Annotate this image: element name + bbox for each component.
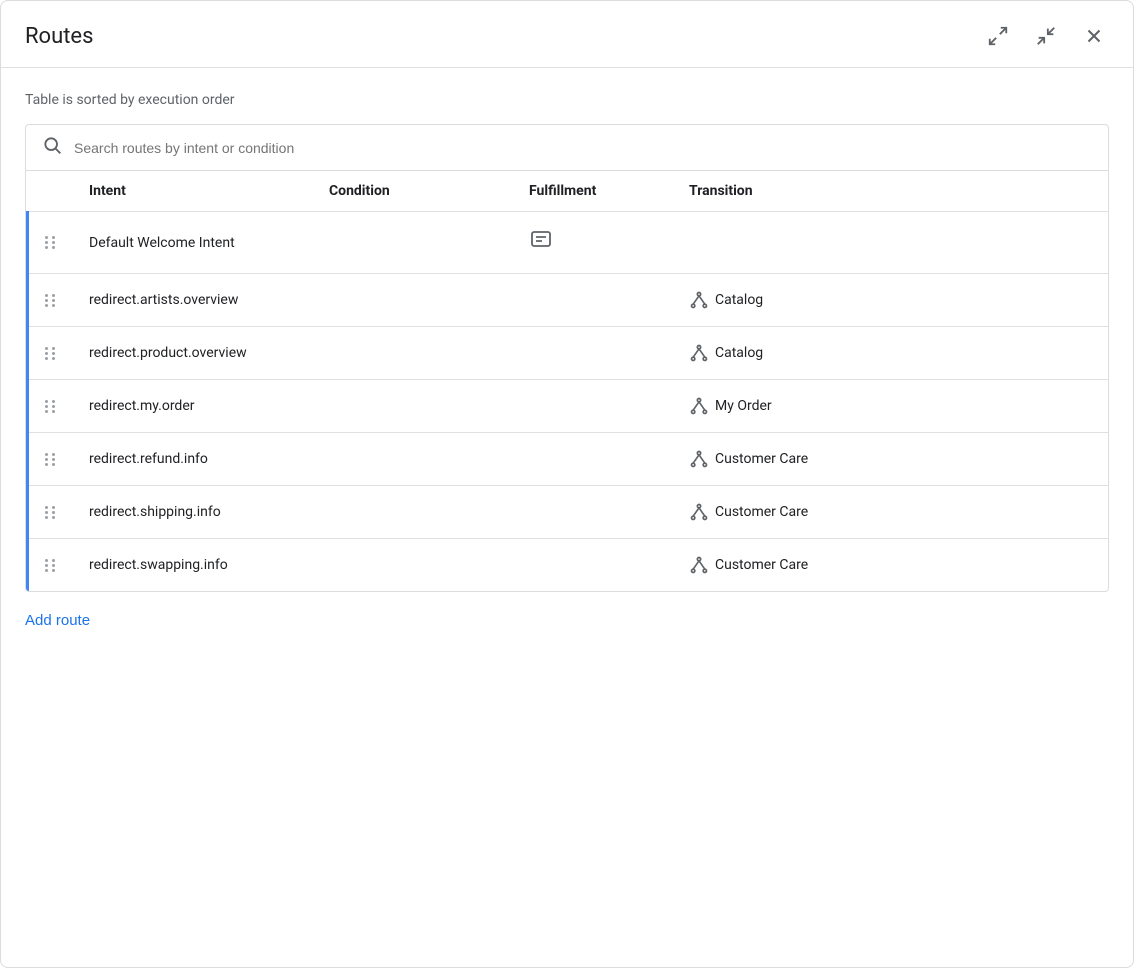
intent-cell: redirect.refund.info bbox=[73, 433, 313, 486]
condition-cell bbox=[313, 539, 513, 592]
fulfillment-cell bbox=[513, 380, 673, 433]
intent-cell: redirect.artists.overview bbox=[73, 274, 313, 327]
th-drag-handle bbox=[28, 171, 74, 212]
intent-value: redirect.artists.overview bbox=[89, 292, 238, 308]
table-header: Intent Condition Fulfillment Transition bbox=[28, 171, 1109, 212]
intent-cell: redirect.swapping.info bbox=[73, 539, 313, 592]
fulfillment-cell bbox=[513, 327, 673, 380]
drag-handle bbox=[45, 506, 57, 519]
intent-value: redirect.shipping.info bbox=[89, 504, 221, 520]
table-row[interactable]: Default Welcome Intent bbox=[28, 212, 1109, 274]
transition-node-icon bbox=[689, 290, 709, 310]
intent-cell: redirect.product.overview bbox=[73, 327, 313, 380]
transition-node-icon bbox=[689, 555, 709, 575]
transition-cell: My Order bbox=[673, 380, 1108, 433]
drag-handle bbox=[45, 347, 57, 360]
drag-handle bbox=[45, 453, 57, 466]
drag-handle-cell[interactable] bbox=[28, 486, 74, 539]
intent-value: redirect.my.order bbox=[89, 398, 195, 414]
fulfillment-cell bbox=[513, 486, 673, 539]
transition-cell: Customer Care bbox=[673, 539, 1108, 592]
drag-handle bbox=[45, 559, 57, 572]
condition-cell bbox=[313, 486, 513, 539]
transition-cell: Catalog bbox=[673, 274, 1108, 327]
th-fulfillment: Fulfillment bbox=[513, 171, 673, 212]
drag-handle-cell[interactable] bbox=[28, 212, 74, 274]
transition-cell: Catalog bbox=[673, 327, 1108, 380]
drag-handle bbox=[45, 236, 57, 249]
transition-cell: Customer Care bbox=[673, 433, 1108, 486]
table-row[interactable]: redirect.my.order bbox=[28, 380, 1109, 433]
add-route-button[interactable]: Add route bbox=[25, 592, 1109, 649]
drag-handle bbox=[45, 400, 57, 413]
transition-label: Catalog bbox=[715, 292, 763, 308]
transition-label: My Order bbox=[715, 398, 772, 414]
table-row[interactable]: redirect.product.overview bbox=[28, 327, 1109, 380]
routes-table: Intent Condition Fulfillment Transition bbox=[26, 171, 1108, 591]
condition-cell bbox=[313, 433, 513, 486]
expand-button[interactable] bbox=[983, 21, 1013, 51]
table-body: Default Welcome Intent bbox=[28, 212, 1109, 592]
table-row[interactable]: redirect.shipping.info bbox=[28, 486, 1109, 539]
intent-cell: redirect.my.order bbox=[73, 380, 313, 433]
th-intent: Intent bbox=[73, 171, 313, 212]
transition-label: Customer Care bbox=[715, 504, 808, 520]
condition-cell bbox=[313, 380, 513, 433]
dialog-header: Routes bbox=[1, 1, 1133, 68]
close-button[interactable] bbox=[1079, 21, 1109, 51]
drag-handle-cell[interactable] bbox=[28, 539, 74, 592]
transition-node-icon bbox=[689, 502, 709, 522]
search-bar bbox=[25, 124, 1109, 171]
th-condition: Condition bbox=[313, 171, 513, 212]
fulfillment-cell bbox=[513, 539, 673, 592]
header-icons bbox=[983, 21, 1109, 51]
sort-label: Table is sorted by execution order bbox=[25, 92, 1109, 108]
close-icon bbox=[1083, 25, 1105, 47]
transition-label: Customer Care bbox=[715, 451, 808, 467]
intent-value: redirect.refund.info bbox=[89, 451, 208, 467]
fulfillment-cell bbox=[513, 274, 673, 327]
drag-handle-cell[interactable] bbox=[28, 274, 74, 327]
table-row[interactable]: redirect.swapping.info bbox=[28, 539, 1109, 592]
intent-value: Default Welcome Intent bbox=[89, 235, 235, 251]
fulfillment-cell bbox=[513, 433, 673, 486]
fulfillment-cell bbox=[513, 212, 673, 274]
dialog-title: Routes bbox=[25, 24, 93, 49]
condition-cell bbox=[313, 212, 513, 274]
transition-cell: Customer Care bbox=[673, 486, 1108, 539]
shrink-button[interactable] bbox=[1031, 21, 1061, 51]
condition-cell bbox=[313, 327, 513, 380]
intent-value: redirect.product.overview bbox=[89, 345, 247, 361]
search-icon bbox=[42, 135, 62, 160]
drag-handle bbox=[45, 294, 57, 307]
intent-cell: Default Welcome Intent bbox=[73, 212, 313, 274]
routes-dialog: Routes bbox=[0, 0, 1134, 968]
drag-handle-cell[interactable] bbox=[28, 380, 74, 433]
dialog-body: Table is sorted by execution order Inten… bbox=[1, 68, 1133, 967]
drag-handle-cell[interactable] bbox=[28, 433, 74, 486]
condition-cell bbox=[313, 274, 513, 327]
routes-table-container: Intent Condition Fulfillment Transition bbox=[25, 171, 1109, 592]
th-transition: Transition bbox=[673, 171, 1108, 212]
transition-label: Catalog bbox=[715, 345, 763, 361]
shrink-icon bbox=[1035, 25, 1057, 47]
fulfillment-message-icon bbox=[529, 233, 553, 257]
table-row[interactable]: redirect.refund.info bbox=[28, 433, 1109, 486]
intent-cell: redirect.shipping.info bbox=[73, 486, 313, 539]
transition-node-icon bbox=[689, 396, 709, 416]
intent-value: redirect.swapping.info bbox=[89, 557, 228, 573]
table-row[interactable]: redirect.artists.overview bbox=[28, 274, 1109, 327]
drag-handle-cell[interactable] bbox=[28, 327, 74, 380]
transition-label: Customer Care bbox=[715, 557, 808, 573]
transition-node-icon bbox=[689, 343, 709, 363]
expand-icon bbox=[987, 25, 1009, 47]
transition-node-icon bbox=[689, 449, 709, 469]
search-input[interactable] bbox=[74, 140, 1092, 156]
transition-cell bbox=[673, 212, 1108, 274]
